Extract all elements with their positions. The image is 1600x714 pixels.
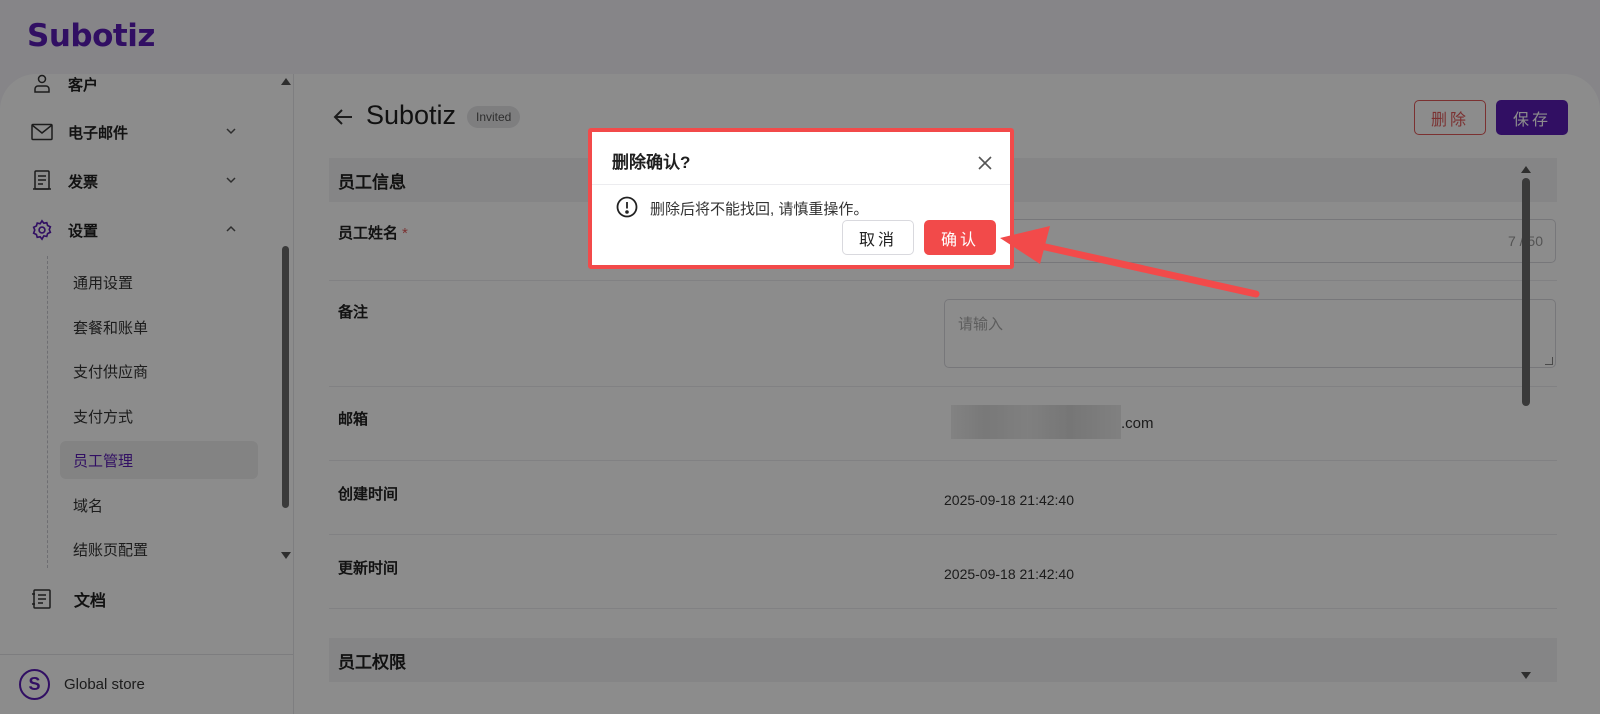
modal-backdrop[interactable] [0,0,1600,714]
warning-icon [616,196,638,218]
cancel-button[interactable]: 取消 [842,220,914,255]
confirm-button[interactable]: 确认 [924,220,996,255]
dialog-message: 删除后将不能找回, 请慎重操作。 [650,201,869,218]
close-icon[interactable] [976,154,994,172]
dialog-title: 删除确认? [612,153,691,172]
dialog-divider [592,184,1010,185]
delete-confirm-dialog: 删除确认? 删除后将不能找回, 请慎重操作。 取消 确认 [588,128,1014,269]
